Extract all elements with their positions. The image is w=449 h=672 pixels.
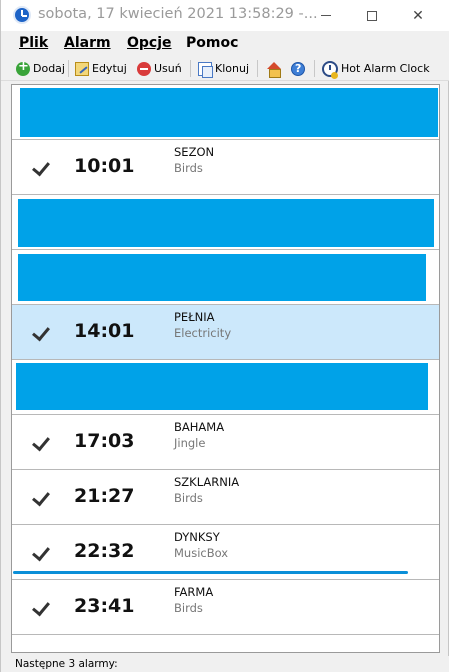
alarm-time: 17:03 <box>74 430 135 452</box>
close-icon: ✕ <box>412 7 424 24</box>
alarm-list[interactable]: 10:01 SEZON Birds 14:01 PEŁNIA Electrici… <box>11 84 440 653</box>
redaction-block <box>18 254 426 301</box>
toolbar-separator <box>68 60 69 77</box>
clone-button[interactable]: Klonuj <box>198 59 249 78</box>
title-bar[interactable]: sobota, 17 kwiecień 2021 13:58:29 -... ✕ <box>1 0 449 31</box>
delete-button-label: Usuń <box>154 62 182 75</box>
menu-bar: Plik Alarm Opcje Pomoc <box>1 31 449 56</box>
alarm-row[interactable]: 10:01 SEZON Birds <box>12 140 439 195</box>
menu-alarm-label: Alarm <box>64 35 111 51</box>
enabled-checkbox[interactable] <box>34 598 54 616</box>
add-button-label: Dodaj <box>33 62 65 75</box>
add-button[interactable]: Dodaj <box>16 59 65 78</box>
alarm-clock-icon[interactable] <box>13 6 31 24</box>
alarm-sound: Jingle <box>174 436 206 450</box>
enabled-checkbox[interactable] <box>34 433 54 451</box>
menu-pomoc-label: Pomoc <box>186 35 239 51</box>
edit-icon <box>75 61 89 76</box>
menu-plik-label: Plik <box>19 35 49 51</box>
alarm-name: FARMA <box>174 585 214 599</box>
alarm-row-selected[interactable]: 14:01 PEŁNIA Electricity <box>12 305 439 360</box>
alarm-time: 21:27 <box>74 485 135 507</box>
alarm-sound: Birds <box>174 601 203 615</box>
clone-button-label: Klonuj <box>215 62 249 75</box>
status-text: Następne 3 alarmy: <box>15 658 118 670</box>
help-icon <box>291 61 305 76</box>
redaction-block <box>20 88 438 137</box>
help-button[interactable] <box>291 59 308 78</box>
close-button[interactable]: ✕ <box>395 0 441 31</box>
hot-alarm-clock-icon <box>322 60 338 79</box>
toolbar-separator <box>190 60 191 77</box>
app-window: sobota, 17 kwiecień 2021 13:58:29 -... ✕… <box>0 0 449 672</box>
clone-icon <box>198 61 213 78</box>
redacted-row[interactable] <box>12 360 439 415</box>
menu-alarm[interactable]: Alarm <box>64 35 111 51</box>
alarm-name: PEŁNIA <box>174 310 215 324</box>
home-button[interactable] <box>266 59 285 78</box>
minimize-button[interactable] <box>303 0 349 31</box>
menu-opcje-label: Opcje <box>127 35 172 51</box>
alarm-name: SEZON <box>174 145 215 159</box>
home-icon <box>266 61 282 78</box>
enabled-checkbox[interactable] <box>34 323 54 341</box>
redacted-row[interactable] <box>12 85 439 140</box>
alarm-time: 23:41 <box>74 595 135 617</box>
maximize-button[interactable] <box>349 0 395 31</box>
add-icon <box>16 59 30 76</box>
alarm-row[interactable]: 17:03 BAHAMA Jingle <box>12 415 439 470</box>
redacted-row[interactable] <box>12 250 439 305</box>
alarm-time: 22:32 <box>74 540 135 562</box>
alarm-sound: Electricity <box>174 326 232 340</box>
alarm-row[interactable]: 23:41 FARMA Birds <box>12 580 439 635</box>
delete-button[interactable]: Usuń <box>137 59 182 78</box>
edit-button-label: Edytuj <box>92 62 127 75</box>
menu-opcje[interactable]: Opcje <box>127 35 172 51</box>
delete-icon <box>137 61 151 76</box>
redaction-block <box>16 363 428 410</box>
menu-pomoc[interactable]: Pomoc <box>186 35 238 51</box>
minimize-icon <box>321 15 331 16</box>
enabled-checkbox[interactable] <box>34 543 54 561</box>
redaction-block <box>18 199 434 247</box>
hot-alarm-clock-label: Hot Alarm Clock <box>341 62 430 75</box>
window-title: sobota, 17 kwiecień 2021 13:58:29 -... <box>38 6 318 22</box>
toolbar-separator <box>314 60 315 77</box>
hot-alarm-clock-button[interactable]: Hot Alarm Clock <box>322 59 430 79</box>
alarm-time: 10:01 <box>74 155 135 177</box>
alarm-sound: Birds <box>174 161 203 175</box>
alarm-row[interactable]: 21:27 SZKLARNIA Birds <box>12 470 439 525</box>
maximize-icon <box>367 10 377 21</box>
toolbar-separator <box>257 60 258 77</box>
toolbar: Dodaj Edytuj Usuń Klonuj Hot Alarm Clock <box>1 56 449 81</box>
alarm-time: 14:01 <box>74 320 135 342</box>
menu-plik[interactable]: Plik <box>19 35 48 51</box>
alarm-sound: MusicBox <box>174 546 229 560</box>
alarm-name: SZKLARNIA <box>174 475 240 489</box>
row-underline-marker <box>13 571 408 574</box>
alarm-sound: Birds <box>174 491 203 505</box>
alarm-name: BAHAMA <box>174 420 225 434</box>
enabled-checkbox[interactable] <box>34 158 54 176</box>
alarm-name: DYNKSY <box>174 530 220 544</box>
status-bar: Następne 3 alarmy: <box>1 656 449 672</box>
edit-button[interactable]: Edytuj <box>75 59 127 78</box>
redacted-row[interactable] <box>12 195 439 250</box>
enabled-checkbox[interactable] <box>34 488 54 506</box>
